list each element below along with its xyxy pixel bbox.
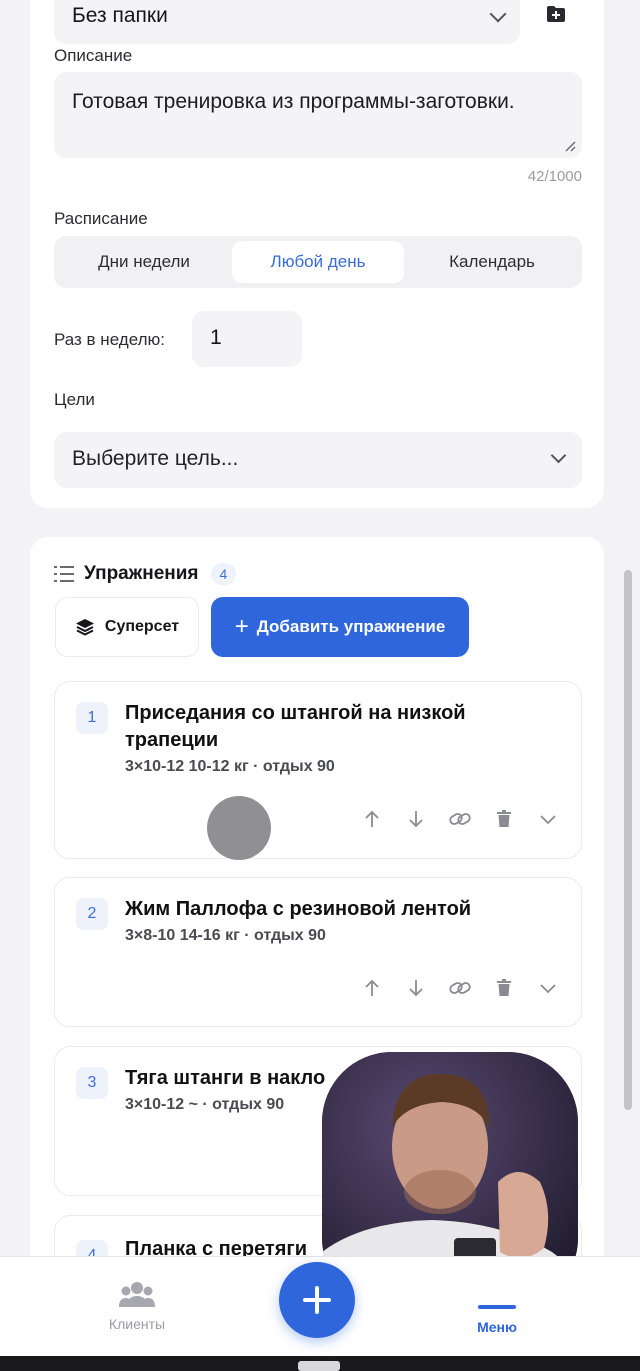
frequency-label: Раз в неделю: [54, 330, 165, 349]
link-icon[interactable] [438, 807, 482, 831]
arrow-up-icon[interactable] [350, 807, 394, 831]
system-bar [0, 1356, 640, 1371]
schedule-label: Расписание [54, 209, 148, 228]
folder-select[interactable]: Без папки [54, 0, 520, 44]
nav-active-indicator [478, 1305, 516, 1309]
exercises-count-badge: 4 [210, 563, 237, 585]
exercise-meta: 3×10-12 ~ · отдых 90 [125, 1096, 285, 1113]
description-textarea[interactable]: Готовая тренировка из программы-заготовк… [54, 72, 582, 158]
folder-select-value: Без папки [72, 4, 168, 27]
exercise-card[interactable]: 1 Приседания со штангой на низкой трапец… [54, 681, 582, 859]
goals-select[interactable]: Выберите цель... [54, 432, 582, 488]
touch-indicator [207, 796, 271, 860]
scrollbar[interactable] [624, 570, 632, 1110]
arrow-down-icon[interactable] [394, 976, 438, 1000]
frequency-input[interactable]: 1 [192, 311, 302, 367]
exercise-meta: 3×8-10 14-16 кг · отдых 90 [125, 927, 326, 944]
home-handle[interactable] [298, 1361, 340, 1371]
description-counter: 42/1000 [527, 168, 582, 185]
schedule-option-calendar[interactable]: Календарь [406, 241, 578, 283]
add-fab-button[interactable] [279, 1262, 355, 1338]
exercises-title: Упражнения [84, 563, 199, 584]
chevron-down-icon[interactable] [526, 976, 570, 1000]
resize-grip-icon[interactable] [564, 140, 576, 152]
chevron-down-icon[interactable] [526, 807, 570, 831]
list-icon [54, 566, 74, 582]
add-exercise-button[interactable]: + Добавить упражнение [211, 597, 469, 657]
exercise-number: 2 [76, 898, 108, 930]
arrow-up-icon[interactable] [350, 976, 394, 1000]
chevron-down-icon [489, 5, 507, 23]
description-text: Готовая тренировка из программы-заготовк… [72, 90, 515, 113]
goals-select-placeholder: Выберите цель... [72, 447, 239, 470]
users-icon [119, 1282, 155, 1307]
chevron-down-icon [550, 447, 567, 464]
nav-clients-label: Клиенты [108, 1316, 166, 1332]
trash-icon[interactable] [482, 807, 526, 831]
arrow-down-icon[interactable] [394, 807, 438, 831]
exercise-meta: 3×10-12 10-12 кг · отдых 90 [125, 758, 335, 775]
goals-label: Цели [54, 390, 95, 409]
schedule-option-weekdays[interactable]: Дни недели [58, 241, 230, 283]
exercise-actions [350, 976, 570, 1000]
plus-icon: + [234, 613, 249, 640]
schedule-option-any-day[interactable]: Любой день [232, 241, 404, 283]
nav-item-menu[interactable]: Меню [442, 1319, 552, 1335]
exercise-actions [350, 807, 570, 831]
exercise-number: 3 [76, 1067, 108, 1099]
description-label: Описание [54, 46, 133, 65]
exercise-title: Жим Паллофа с резиновой лентой [125, 898, 472, 920]
superset-label: Суперсет [104, 618, 180, 635]
trash-icon[interactable] [482, 976, 526, 1000]
exercise-card[interactable]: 2 Жим Паллофа с резиновой лентой 3×8-10 … [54, 877, 582, 1027]
add-exercise-label: Добавить упражнение [256, 617, 446, 636]
nav-item-clients[interactable]: Клиенты [82, 1281, 192, 1332]
layers-icon [75, 619, 94, 636]
exercises-header: Упражнения 4 [54, 562, 237, 586]
link-icon[interactable] [438, 976, 482, 1000]
nav-menu-label: Меню [477, 1319, 517, 1335]
folder-add-icon[interactable] [546, 5, 566, 23]
schedule-segmented-control: Дни недели Любой день Календарь [54, 236, 582, 288]
exercise-title: Приседания со штангой на низкой трапеции [125, 702, 466, 751]
exercise-number: 1 [76, 702, 108, 734]
superset-button[interactable]: Суперсет [55, 597, 199, 657]
